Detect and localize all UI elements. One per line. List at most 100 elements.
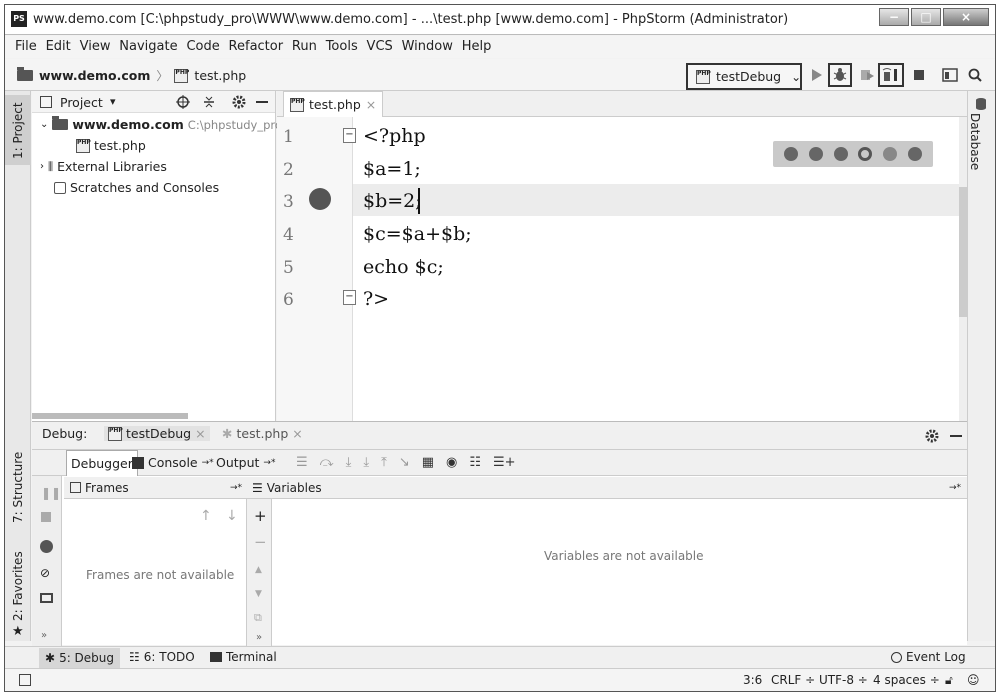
tree-external-libraries[interactable]: › ⫼ External Libraries — [40, 159, 167, 174]
line-separator-select[interactable]: CRLF ÷ — [771, 673, 815, 687]
terminal-tool-button[interactable]: Terminal — [210, 650, 277, 664]
ie-icon[interactable] — [882, 147, 897, 161]
code-line[interactable]: $c=$a+$b; — [363, 223, 472, 245]
hide-panel-icon[interactable] — [256, 101, 268, 103]
debug-button[interactable] — [828, 63, 852, 87]
step-over-icon[interactable]: ⤼ — [320, 455, 334, 470]
view-breakpoints-icon[interactable] — [40, 540, 53, 553]
add-watch-icon[interactable]: ☰+ — [493, 455, 516, 470]
frame-up-icon[interactable]: ↑ — [200, 508, 212, 524]
code-line[interactable]: $b=2; — [363, 190, 422, 212]
menu-window[interactable]: Window — [402, 36, 453, 58]
breadcrumb-project[interactable]: www.demo.com — [39, 68, 150, 83]
menu-code[interactable]: Code — [186, 36, 219, 58]
frame-down-icon[interactable]: ↓ — [226, 508, 238, 524]
more-actions-icon[interactable]: » — [41, 630, 47, 641]
move-up-icon[interactable]: ▲ — [255, 565, 262, 575]
menu-run[interactable]: Run — [292, 36, 317, 58]
search-everywhere-button[interactable] — [963, 63, 987, 87]
chrome-icon[interactable] — [784, 147, 799, 161]
fold-icon[interactable]: − — [343, 128, 356, 143]
fold-icon[interactable]: − — [343, 290, 356, 305]
menu-vcs[interactable]: VCS — [367, 36, 393, 58]
project-tool-tab[interactable]: 1: Project — [5, 95, 31, 165]
caret-position[interactable]: 3:6 — [743, 673, 762, 687]
tree-root-item[interactable]: ⌄ www.demo.com C:\phpstudy_pro\... — [40, 116, 297, 132]
tab-console[interactable]: Console →* — [132, 455, 214, 470]
inspector-icon[interactable]: ☺ — [967, 673, 980, 687]
locate-target-icon[interactable] — [176, 95, 190, 109]
todo-tool-button[interactable]: ☷ 6: TODO — [129, 650, 195, 664]
layout-icon[interactable] — [40, 593, 53, 603]
run-with-coverage-button[interactable] — [855, 63, 879, 87]
more-actions-icon[interactable]: » — [256, 632, 262, 643]
menu-navigate[interactable]: Navigate — [119, 36, 177, 58]
opera-icon[interactable] — [858, 147, 873, 161]
run-to-cursor-icon[interactable]: ↘ — [399, 455, 410, 470]
copy-icon[interactable]: ⧉ — [254, 611, 262, 625]
gear-icon[interactable] — [232, 95, 246, 109]
project-structure-button[interactable] — [938, 63, 962, 87]
project-view-select[interactable]: Project — [60, 95, 103, 110]
edge-icon[interactable] — [907, 147, 922, 161]
breakpoint-icon[interactable] — [309, 188, 331, 210]
code-line[interactable]: ?> — [363, 288, 389, 310]
run-configuration-select[interactable]: PHP testDebug ⌄ — [686, 63, 802, 90]
indent-select[interactable]: 4 spaces ÷ — [873, 673, 940, 687]
force-step-into-icon[interactable]: ⤓ — [363, 455, 369, 470]
stop-icon[interactable] — [41, 512, 51, 522]
lock-icon[interactable]: 🔓︎ — [945, 673, 953, 688]
code-line[interactable]: echo $c; — [363, 256, 444, 278]
chevron-down-icon[interactable]: ▾ — [110, 95, 116, 108]
firefox-icon[interactable] — [808, 147, 823, 161]
mute-breakpoints-icon[interactable]: ⊘ — [40, 566, 50, 580]
remove-watch-button[interactable]: − — [254, 533, 267, 551]
menu-tools[interactable]: Tools — [326, 36, 358, 58]
event-log-button[interactable]: Event Log — [891, 650, 966, 664]
tab-test-php[interactable]: PHP test.php × — [283, 91, 384, 117]
database-tool-tab[interactable]: Database — [968, 113, 982, 170]
watch-icon[interactable]: ◉ — [446, 455, 457, 470]
list-icon[interactable]: ☷ — [469, 455, 481, 470]
tab-output[interactable]: Output →* — [216, 455, 275, 470]
evaluate-expression-icon[interactable]: ▦ — [422, 455, 434, 470]
stop-button[interactable] — [907, 63, 931, 87]
listen-php-debug-button[interactable] — [878, 63, 904, 87]
pause-icon[interactable]: ❚❚ — [41, 486, 61, 500]
vertical-scrollbar[interactable] — [959, 117, 967, 421]
maximize-button[interactable]: □ — [911, 8, 941, 26]
menu-edit[interactable]: Edit — [46, 36, 71, 58]
toggle-tool-windows-icon[interactable] — [19, 674, 31, 686]
debug-tab-testdebug[interactable]: PHP testDebug × — [104, 426, 210, 441]
code-line[interactable]: <?php — [363, 125, 426, 147]
horizontal-scrollbar[interactable] — [32, 413, 188, 419]
debug-tab-test-php[interactable]: ✱ test.php × — [222, 426, 303, 441]
menu-file[interactable]: File — [15, 36, 37, 58]
add-watch-button[interactable]: + — [254, 507, 267, 525]
step-out-icon[interactable]: ⤒ — [381, 455, 387, 470]
hide-panel-icon[interactable] — [950, 435, 962, 437]
encoding-select[interactable]: UTF-8 ÷ — [819, 673, 868, 687]
tree-scratches[interactable]: Scratches and Consoles — [54, 180, 219, 195]
close-icon[interactable]: × — [366, 97, 376, 112]
tab-debugger[interactable]: Debugger — [66, 450, 138, 476]
minimize-button[interactable]: − — [879, 8, 909, 26]
favorites-tool-tab[interactable]: 2: Favorites — [11, 551, 25, 621]
step-into-icon[interactable]: ⤓ — [346, 455, 352, 470]
debug-tool-button[interactable]: ✱ 5: Debug — [39, 648, 121, 668]
close-icon[interactable]: × — [195, 426, 205, 441]
menu-help[interactable]: Help — [462, 36, 492, 58]
close-button[interactable]: × — [943, 8, 989, 26]
safari-icon[interactable] — [833, 147, 848, 161]
show-execution-point-icon[interactable]: ☰ — [296, 455, 308, 470]
tree-file-item[interactable]: PHP test.php — [76, 138, 146, 153]
collapse-all-icon[interactable] — [202, 95, 216, 109]
menu-view[interactable]: View — [80, 36, 111, 58]
code-line[interactable]: $a=1; — [363, 158, 421, 180]
run-button[interactable] — [805, 63, 829, 87]
move-down-icon[interactable]: ▼ — [255, 589, 262, 599]
close-icon[interactable]: × — [292, 426, 302, 441]
gear-icon[interactable] — [925, 429, 939, 443]
structure-tool-tab[interactable]: 7: Structure — [11, 452, 25, 523]
breadcrumb-file[interactable]: test.php — [194, 68, 246, 83]
